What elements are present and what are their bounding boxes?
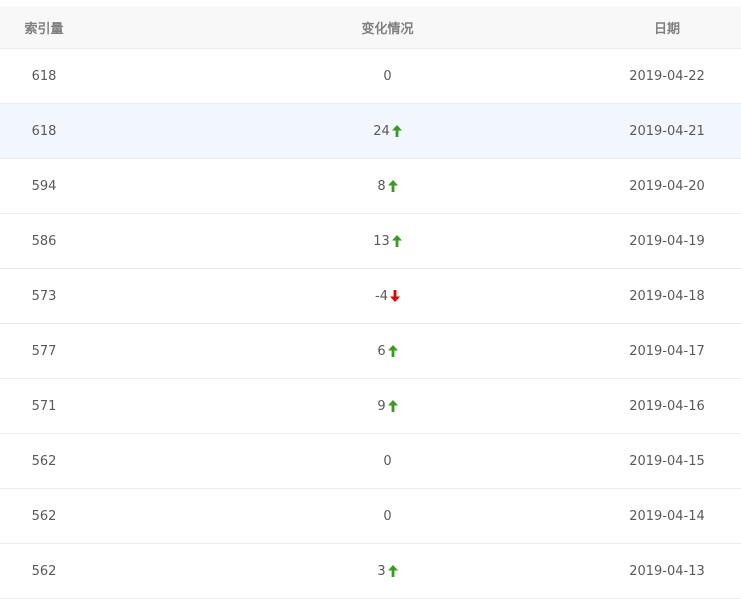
change-value-group: 0 [368, 509, 408, 524]
change-value-group: 0 [368, 454, 408, 469]
change-value-group: -4 [368, 289, 408, 304]
change-value: 0 [383, 68, 392, 84]
date-cell: 2019-04-16 [629, 398, 705, 414]
table-row[interactable]: 562 0 2019-04-14 [0, 489, 741, 544]
date-cell: 2019-04-18 [629, 288, 705, 304]
table-row[interactable]: 571 9 2019-04-16 [0, 379, 741, 434]
index-cell: 571 [31, 398, 57, 414]
date-cell: 2019-04-21 [629, 123, 705, 139]
date-cell: 2019-04-13 [629, 563, 705, 579]
table-row[interactable]: 618 0 2019-04-22 [0, 49, 741, 104]
index-cell: 594 [31, 178, 57, 194]
table-row[interactable]: 618 24 2019-04-21 [0, 104, 741, 159]
change-value: 6 [377, 343, 386, 359]
date-cell: 2019-04-15 [629, 453, 705, 469]
header-date[interactable]: 日期 [593, 18, 741, 37]
date-cell: 2019-04-14 [629, 508, 705, 524]
change-cell: 9 [100, 399, 593, 414]
change-cell: 24 [100, 124, 593, 139]
change-value: 24 [373, 123, 390, 139]
header-index[interactable]: 索引量 [0, 18, 100, 37]
change-value-group: 6 [368, 344, 408, 359]
change-value: 0 [383, 508, 392, 524]
date-cell: 2019-04-17 [629, 343, 705, 359]
index-cell: 577 [31, 343, 57, 359]
change-cell: 0 [100, 69, 593, 84]
date-cell: 2019-04-19 [629, 233, 705, 249]
date-cell: 2019-04-22 [629, 68, 705, 84]
index-cell: 573 [31, 288, 57, 304]
table-row[interactable]: 586 13 2019-04-19 [0, 214, 741, 269]
date-cell: 2019-04-20 [629, 178, 705, 194]
table-row[interactable]: 573 -4 2019-04-18 [0, 269, 741, 324]
header-change[interactable]: 变化情况 [100, 18, 593, 37]
index-cell: 586 [31, 233, 57, 249]
arrow-down-icon [389, 290, 400, 302]
table-row[interactable]: 562 3 2019-04-13 [0, 544, 741, 599]
change-cell: 6 [100, 344, 593, 359]
table-row[interactable]: 577 6 2019-04-17 [0, 324, 741, 379]
change-value: 9 [377, 398, 386, 414]
change-value-group: 9 [368, 399, 408, 414]
change-value: 0 [383, 453, 392, 469]
change-cell: 13 [100, 234, 593, 249]
index-cell: 562 [31, 563, 57, 579]
table-row[interactable]: 562 0 2019-04-15 [0, 434, 741, 489]
change-value-group: 13 [368, 234, 408, 249]
change-value: 8 [377, 178, 386, 194]
change-cell: 8 [100, 179, 593, 194]
change-cell: 0 [100, 509, 593, 524]
index-table: 索引量 变化情况 日期 618 0 2019-04-22 618 24 2019-04-2… [0, 0, 741, 599]
change-cell: 0 [100, 454, 593, 469]
index-cell: 618 [31, 68, 57, 84]
arrow-up-icon [387, 180, 398, 192]
table-row[interactable]: 594 8 2019-04-20 [0, 159, 741, 214]
arrow-up-icon [387, 400, 398, 412]
arrow-up-icon [391, 235, 402, 247]
change-value: 13 [373, 233, 390, 249]
arrow-up-icon [391, 125, 402, 137]
arrow-up-icon [387, 345, 398, 357]
index-cell: 562 [31, 453, 57, 469]
change-value: -4 [375, 288, 388, 304]
table-body: 618 0 2019-04-22 618 24 2019-04-21 594 8 2019-04… [0, 49, 741, 599]
index-cell: 618 [31, 123, 57, 139]
change-value: 3 [377, 563, 386, 579]
change-value-group: 8 [368, 179, 408, 194]
change-cell: -4 [100, 289, 593, 304]
table-header: 索引量 变化情况 日期 [0, 6, 741, 49]
arrow-up-icon [387, 565, 398, 577]
change-value-group: 0 [368, 69, 408, 84]
change-cell: 3 [100, 564, 593, 579]
index-cell: 562 [31, 508, 57, 524]
change-value-group: 3 [368, 564, 408, 579]
change-value-group: 24 [368, 124, 408, 139]
